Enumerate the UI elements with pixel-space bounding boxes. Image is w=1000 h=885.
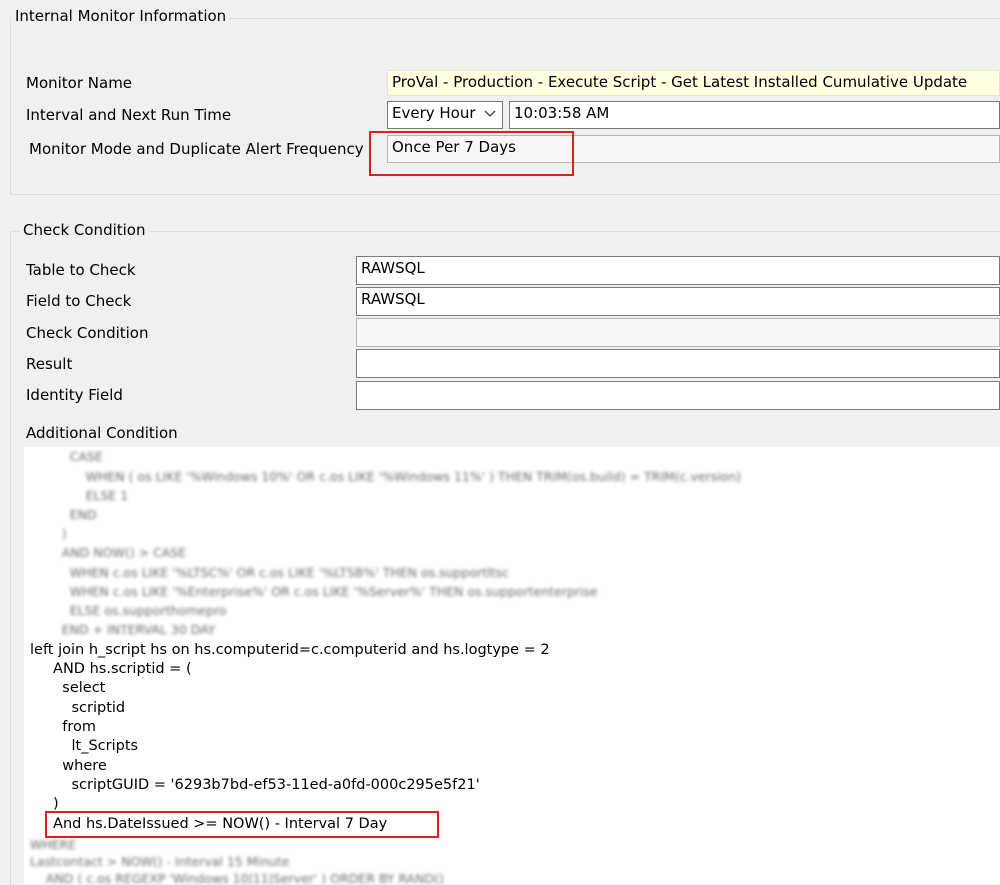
blurred-code-line: END + INTERVAL 30 DAY	[30, 622, 216, 637]
blurred-code-line: WHEN ( os LIKE '%Windows 10%' OR c.os LI…	[30, 469, 742, 484]
blurred-code-line: WHEN c.os LIKE '%Enterprise%' OR c.os LI…	[30, 584, 598, 599]
code-line: where	[30, 758, 107, 774]
field-to-check-label: Field to Check	[26, 292, 132, 310]
blurred-code-line: END	[30, 507, 97, 522]
internal-monitor-group-title: Internal Monitor Information	[12, 7, 230, 25]
code-line: from	[30, 719, 97, 735]
monitor-properties-window: { "internal_monitor": { "title": "Intern…	[0, 0, 1000, 885]
code-line: scriptGUID = '6293b7bd-ef53-11ed-a0fd-00…	[30, 777, 480, 793]
interval-dropdown[interactable]: Every Hour	[387, 101, 503, 129]
blurred-code-line: WHERE	[30, 837, 77, 852]
interval-condition-highlight-box	[45, 811, 439, 838]
interval-dropdown-value: Every Hour	[392, 104, 476, 122]
code-line: lt_Scripts	[30, 738, 139, 754]
check-condition-field[interactable]	[356, 318, 1000, 347]
blurred-code-line: )	[30, 526, 67, 541]
identity-field-input[interactable]	[356, 381, 1000, 410]
monitor-name-field[interactable]: ProVal - Production - Execute Script - G…	[387, 70, 1000, 96]
table-to-check-label: Table to Check	[26, 261, 136, 279]
blurred-code-line: CASE	[30, 449, 103, 464]
code-line: left join h_script hs on hs.computerid=c…	[30, 642, 550, 658]
blurred-code-line: WHEN c.os LIKE '%LTSC%' OR c.os LIKE '%L…	[30, 565, 509, 580]
check-condition-group-title: Check Condition	[20, 221, 149, 239]
result-label: Result	[26, 355, 73, 373]
blurred-code-line: Lastcontact > NOW() - Interval 15 Minute	[30, 854, 290, 869]
monitor-mode-label: Monitor Mode and Duplicate Alert Frequen…	[29, 140, 364, 158]
next-run-time-field[interactable]: 10:03:58 AM	[509, 101, 1000, 129]
code-line: select	[30, 680, 106, 696]
blurred-code-line: AND NOW() > CASE	[30, 545, 187, 560]
additional-condition-label: Additional Condition	[26, 424, 178, 442]
blurred-code-line: AND ( c.os REGEXP 'Windows 10|11|Server'…	[30, 871, 444, 884]
result-field[interactable]	[356, 349, 1000, 378]
chevron-down-icon	[484, 110, 496, 117]
code-line: scriptid	[30, 700, 126, 716]
monitor-name-label: Monitor Name	[26, 74, 133, 92]
check-condition-label: Check Condition	[26, 324, 149, 342]
interval-label: Interval and Next Run Time	[26, 106, 232, 124]
identity-field-label: Identity Field	[26, 386, 123, 404]
blurred-code-line: ELSE os.supporthomepro	[30, 603, 227, 618]
mode-highlight-box	[369, 131, 574, 176]
field-to-check-field[interactable]: RAWSQL	[356, 287, 1000, 316]
blurred-code-line: ELSE 1	[30, 488, 129, 503]
code-line: AND hs.scriptid = (	[30, 661, 192, 677]
table-to-check-field[interactable]: RAWSQL	[356, 256, 1000, 285]
